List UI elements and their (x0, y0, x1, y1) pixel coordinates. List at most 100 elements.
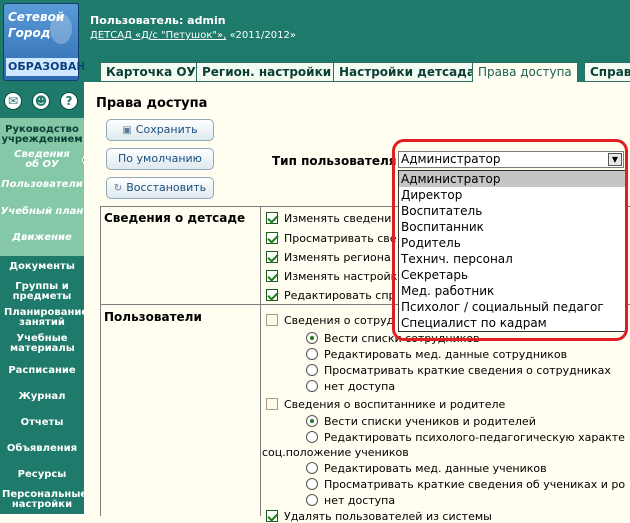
help-icon[interactable]: ? (60, 92, 78, 110)
table-column-divider (260, 206, 261, 516)
tab-kindergarten-settings[interactable]: Настройки детсада (333, 62, 481, 82)
section-users-title: Пользователи (104, 310, 202, 324)
permission-label: Изменять сведени (284, 212, 392, 225)
permission-group-pupils: Сведения о воспитаннике и родителе (266, 398, 505, 411)
sidebar-item-personal-settings[interactable]: Персональные настройки (0, 490, 87, 510)
tab-access-rights[interactable]: Права доступа (472, 62, 578, 82)
radio-button[interactable] (306, 462, 318, 474)
organization-link[interactable]: ДЕТСАД «Д/с "Петушок"», (90, 30, 226, 41)
checkbox[interactable] (266, 212, 278, 224)
radio-label: нет доступа (324, 494, 396, 507)
save-button[interactable]: ▣ Сохранить (106, 119, 214, 141)
radio-label: нет доступа (324, 380, 396, 393)
save-label: Сохранить (135, 123, 198, 136)
logo-line-1: Сетевой (8, 10, 65, 24)
tab-school-card[interactable]: Карточка ОУ (100, 62, 202, 82)
permission-group-staff: Сведения о сотруд (266, 314, 394, 327)
radio-row: Просматривать краткие сведения об ученик… (306, 478, 625, 491)
users-icon[interactable]: ☻ (32, 92, 50, 110)
radio-label: Просматривать краткие сведения об ученик… (324, 478, 626, 491)
sidebar-item-announcements[interactable]: Объявления (0, 444, 84, 454)
table-border-left (100, 206, 101, 516)
sidebar-item-planning[interactable]: Планирование занятий (0, 308, 88, 328)
checkbox[interactable] (266, 289, 278, 301)
logo-line-3: ОБРАЗОВАНИ (6, 58, 95, 76)
section-kindergarten-title: Сведения о детсаде (104, 211, 246, 225)
restore-icon: ↻ (113, 183, 123, 194)
left-panel: Сетевой Город ОБРАЗОВАНИ ✉ ☻ ? Руководст… (0, 0, 95, 514)
sidebar-item-management[interactable]: Руководство учреждением (0, 125, 84, 145)
radio-label: Редактировать психолого-педагогическую х… (324, 431, 625, 444)
radio-label: Редактировать мед. данные учеников (324, 462, 547, 475)
current-user: Пользователь: admin (90, 14, 226, 27)
radio-button[interactable] (306, 332, 318, 344)
radio-row: Редактировать психолого-педагогическую х… (306, 431, 625, 444)
radio-row: Редактировать мед. данные сотрудников (306, 348, 567, 361)
page-title: Права доступа (96, 96, 208, 111)
permission-label: Изменять настройк (284, 270, 398, 283)
highlight-frame (392, 139, 628, 341)
tab-reference[interactable]: Справ (584, 62, 630, 82)
sidebar-item-documents[interactable]: Документы (0, 262, 84, 272)
sidebar-item-groups[interactable]: Группы и предметы (0, 282, 84, 302)
permission-label: Просматривать све (284, 232, 397, 245)
permission-label: Сведения о сотруд (284, 314, 395, 327)
checkbox[interactable] (266, 510, 278, 522)
restore-button[interactable]: ↻ Восстановить (106, 177, 214, 199)
permission-label: Удалять пользователей из системы (284, 510, 492, 523)
radio-button[interactable] (306, 364, 318, 376)
radio-row: нет доступа (306, 380, 395, 393)
tab-region-settings[interactable]: Регион. настройки (196, 62, 338, 82)
header: Пользователь: admin ДЕТСАД «Д/с "Петушок… (84, 0, 630, 62)
radio-row: Редактировать мед. данные учеников (306, 462, 547, 475)
sidebar-item-movement[interactable]: Движение (0, 233, 84, 243)
radio-label: Редактировать мед. данные сотрудников (324, 348, 568, 361)
sidebar-item-resources[interactable]: Ресурсы (0, 470, 84, 480)
default-button[interactable]: По умолчанию (106, 148, 214, 170)
sidebar-item-journal[interactable]: Журнал (0, 392, 84, 402)
tab-bar: Карточка ОУ Регион. настройки Настройки … (84, 60, 630, 82)
sidebar-item-reports[interactable]: Отчеты (0, 418, 84, 428)
sidebar-item-users[interactable]: Пользователи (0, 180, 84, 190)
envelope-icon[interactable]: ✉ (4, 92, 22, 110)
permission-label: Изменять региона (284, 251, 391, 264)
save-icon: ▣ (122, 125, 132, 136)
radio-row: Просматривать краткие сведения о сотрудн… (306, 364, 611, 377)
logo-line-2: Город (8, 26, 51, 40)
user-type-label: Тип пользователя (272, 154, 397, 168)
radio-row: Вести списки учеников и родителей (306, 415, 536, 428)
default-label: По умолчанию (118, 152, 202, 165)
permission-row: Редактировать спр (266, 289, 396, 302)
logo[interactable]: Сетевой Город ОБРАЗОВАНИ (3, 3, 95, 81)
checkbox[interactable] (266, 398, 278, 410)
checkbox[interactable] (266, 232, 278, 244)
sidebar-upper: Руководство учреждением Сведения об ОУ П… (0, 118, 84, 256)
radio-button[interactable] (306, 494, 318, 506)
sidebar-item-schedule[interactable]: Расписание (0, 366, 84, 376)
permission-row: Изменять сведени (266, 212, 391, 225)
organization-line: ДЕТСАД «Д/с "Петушок"», «2011/2012» (90, 30, 296, 41)
permission-row: Изменять настройк (266, 270, 397, 283)
permission-row: Просматривать све (266, 232, 397, 245)
permission-label: Редактировать спр (284, 289, 396, 302)
radio-row: нет доступа (306, 494, 395, 507)
permission-row: Изменять региона (266, 251, 391, 264)
permission-label: Сведения о воспитаннике и родителе (284, 398, 506, 411)
radio-button[interactable] (306, 415, 318, 427)
checkbox[interactable] (266, 314, 278, 326)
sidebar-item-school-info[interactable]: Сведения об ОУ (0, 150, 84, 170)
radio-label: Вести списки учеников и родителей (324, 415, 536, 428)
checkbox[interactable] (266, 251, 278, 263)
radio-button[interactable] (306, 380, 318, 392)
permission-row: Удалять пользователей из системы (266, 510, 492, 523)
restore-label: Восстановить (126, 181, 207, 194)
school-year: «2011/2012» (229, 30, 296, 41)
checkbox[interactable] (266, 270, 278, 282)
radio-label-wrap: соц.положение учеников (262, 446, 409, 459)
radio-button[interactable] (306, 348, 318, 360)
sidebar-item-materials[interactable]: Учебные материалы (0, 334, 84, 354)
radio-button[interactable] (306, 431, 318, 443)
sidebar-item-curriculum[interactable]: Учебный план (0, 207, 84, 217)
radio-button[interactable] (306, 478, 318, 490)
radio-label: Просматривать краткие сведения о сотрудн… (324, 364, 611, 377)
